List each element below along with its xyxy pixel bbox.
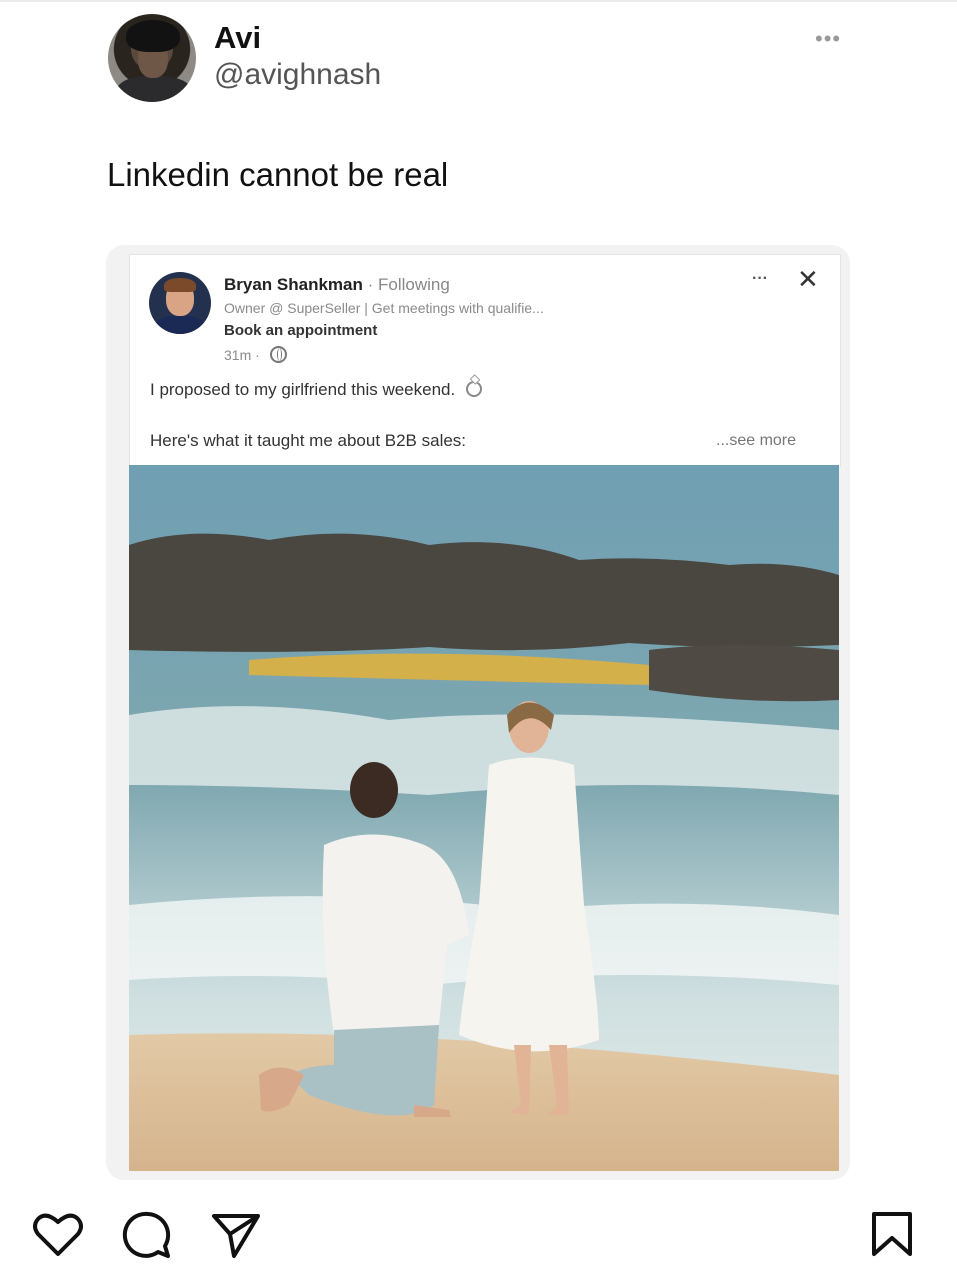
post-line-2: Here's what it taught me about B2B sales… xyxy=(150,431,467,450)
separator-dot: · xyxy=(367,275,374,294)
linkedin-more-icon[interactable]: ··· xyxy=(752,270,768,288)
top-divider xyxy=(0,0,957,2)
post-time-text: 31m · xyxy=(224,347,260,363)
action-bar xyxy=(0,1190,957,1280)
author-handle[interactable]: @avighnash xyxy=(214,58,381,92)
post-line-1-text: I proposed to my girlfriend this weekend… xyxy=(150,380,456,399)
heart-icon[interactable] xyxy=(32,1210,84,1258)
tweet-text: Linkedin cannot be real xyxy=(107,156,449,193)
ring-icon xyxy=(465,381,482,397)
globe-icon xyxy=(269,346,287,363)
close-icon[interactable]: ✕ xyxy=(797,264,819,295)
beach-proposal-photo[interactable] xyxy=(129,465,839,1171)
linkedin-avatar[interactable] xyxy=(149,272,211,334)
author-name[interactable]: Avi xyxy=(214,20,261,56)
photo-illustration xyxy=(129,465,839,1171)
share-icon[interactable] xyxy=(210,1210,262,1260)
post-line-1: I proposed to my girlfriend this weekend… xyxy=(150,380,482,400)
see-more-link[interactable]: ...see more xyxy=(716,432,796,450)
avatar[interactable] xyxy=(108,14,196,102)
linkedin-author-name[interactable]: Bryan Shankman · Following xyxy=(224,275,450,295)
comment-icon[interactable] xyxy=(122,1210,174,1260)
linkedin-subtitle: Owner @ SuperSeller | Get meetings with … xyxy=(224,300,544,316)
more-options-icon[interactable]: ••• xyxy=(815,26,841,52)
linkedin-author-name-text[interactable]: Bryan Shankman xyxy=(224,275,363,294)
bookmark-icon[interactable] xyxy=(870,1210,914,1258)
follow-status: Following xyxy=(378,275,450,294)
post-time: 31m · xyxy=(224,346,287,363)
book-appointment-link[interactable]: Book an appointment xyxy=(224,322,377,339)
